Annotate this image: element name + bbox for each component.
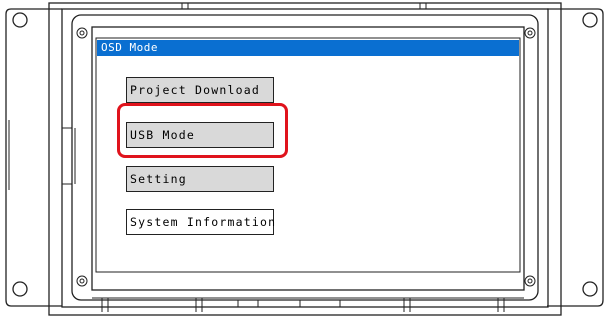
system-information-button[interactable]: System Information: [126, 209, 275, 235]
usb-mode-highlight: [117, 103, 288, 158]
setting-button[interactable]: Setting: [126, 166, 274, 192]
osd-title-bar: OSD Mode: [97, 40, 519, 56]
project-download-button[interactable]: Project Download: [126, 77, 274, 103]
screw-hole-icon: [582, 281, 598, 297]
screw-hole-icon: [12, 281, 28, 297]
screw-hole-icon: [12, 12, 28, 28]
screw-hole-icon: [582, 12, 598, 28]
device-illustration: OSD Mode Project Download USB Mode Setti…: [0, 0, 609, 323]
